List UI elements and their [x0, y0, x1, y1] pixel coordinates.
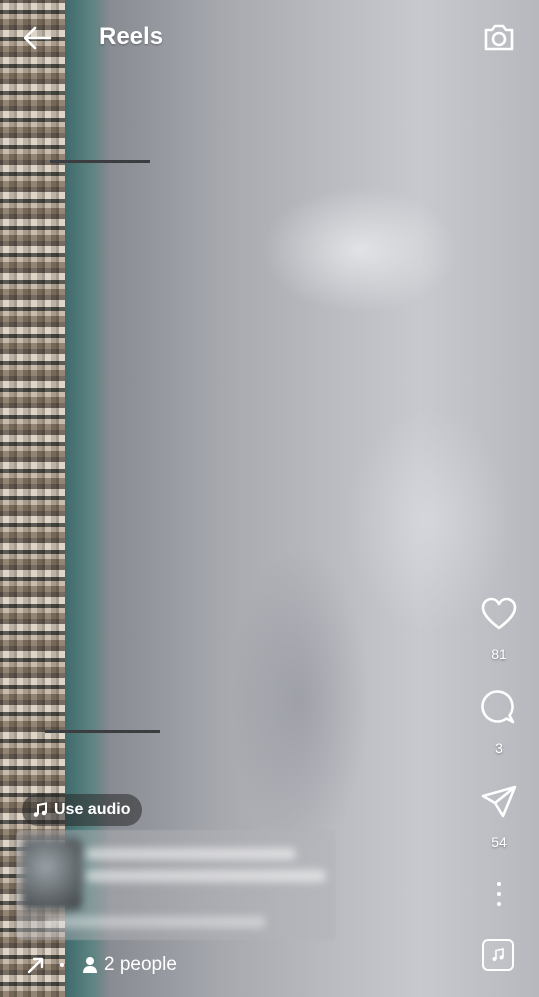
- music-note-icon: [33, 802, 47, 817]
- blurred-caption: [86, 870, 326, 882]
- comment-icon[interactable]: [479, 688, 519, 728]
- bottom-row: 2 people: [26, 950, 177, 980]
- audio-thumbnail-button[interactable]: [482, 939, 514, 971]
- more-dot-icon: [497, 882, 501, 886]
- more-dot-icon: [497, 892, 501, 896]
- blurred-avatar: [22, 838, 82, 910]
- blurred-caption-card: [16, 830, 336, 940]
- share-count: 54: [491, 834, 507, 850]
- person-icon: [83, 957, 97, 973]
- blurred-audio-line: [46, 916, 266, 928]
- music-note-icon: [492, 948, 504, 961]
- like-count: 81: [491, 646, 507, 662]
- top-bar: Reels: [0, 0, 539, 72]
- share-action: 54: [474, 782, 524, 850]
- back-arrow-icon: [23, 26, 52, 50]
- tagged-people-button[interactable]: 2 people: [82, 954, 177, 976]
- comment-action: 3: [474, 688, 524, 756]
- more-options-button[interactable]: [493, 882, 505, 910]
- separator-dot: [60, 963, 64, 967]
- back-button[interactable]: [20, 20, 56, 56]
- camera-button[interactable]: [480, 18, 518, 56]
- comment-count: 3: [495, 740, 503, 756]
- heart-icon[interactable]: [479, 594, 519, 634]
- video-tower: [45, 730, 160, 733]
- diagonal-arrow-icon[interactable]: [26, 955, 46, 975]
- blurred-username: [86, 848, 296, 860]
- like-action: 81: [474, 594, 524, 662]
- use-audio-button[interactable]: Use audio: [22, 794, 143, 826]
- use-audio-label: Use audio: [54, 801, 131, 818]
- send-icon[interactable]: [479, 782, 519, 822]
- more-dot-icon: [497, 902, 501, 906]
- reel-video[interactable]: Reels 81 3 54 Use audio 2 people: [0, 0, 539, 997]
- tagged-people-label: 2 people: [104, 954, 177, 975]
- camera-icon: [484, 24, 514, 51]
- video-tower: [50, 160, 150, 163]
- page-title: Reels: [99, 23, 164, 50]
